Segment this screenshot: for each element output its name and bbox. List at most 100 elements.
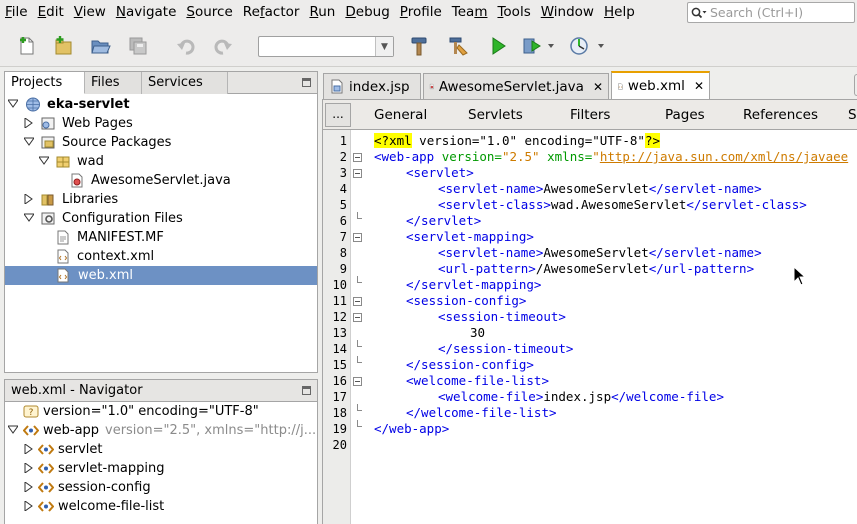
tree-row-web-pages[interactable]: Web Pages bbox=[5, 114, 317, 133]
menu-run[interactable]: Run bbox=[304, 0, 340, 25]
menu-help[interactable]: Help bbox=[599, 0, 640, 25]
expanded-arrow-icon[interactable] bbox=[8, 425, 18, 435]
view-pages[interactable]: Pages bbox=[665, 100, 705, 130]
menu-refactor[interactable]: Refactor bbox=[238, 0, 305, 25]
fold-end-marker bbox=[357, 404, 362, 411]
navigator-title: web.xml - Navigator bbox=[11, 383, 143, 398]
collapsed-arrow-icon[interactable] bbox=[24, 463, 34, 473]
tree-row-source-packages[interactable]: Source Packages bbox=[5, 133, 317, 152]
minimize-icon[interactable] bbox=[302, 386, 311, 395]
xml-element-icon bbox=[23, 425, 39, 436]
chevron-down-icon[interactable]: ▼ bbox=[375, 37, 393, 56]
profile-icon[interactable] bbox=[567, 33, 607, 59]
tab-files[interactable]: Files bbox=[85, 72, 142, 94]
tree-row-package-wad[interactable]: wad bbox=[5, 152, 317, 171]
toolbar: ▼ bbox=[0, 25, 857, 67]
xml-element-icon bbox=[38, 501, 54, 512]
clean-build-icon[interactable] bbox=[445, 33, 471, 59]
tree-row-manifest[interactable]: MANIFEST.MF bbox=[5, 228, 317, 247]
code-line-2: <web-app version="2.5" xmlns="http://jav… bbox=[374, 149, 849, 164]
view-servlets[interactable]: Servlets bbox=[468, 100, 523, 130]
open-project-icon[interactable] bbox=[87, 33, 113, 59]
menu-view[interactable]: View bbox=[69, 0, 111, 25]
editor-tab-web-xml[interactable]: web.xml ✕ bbox=[611, 71, 710, 99]
view-references[interactable]: References bbox=[743, 100, 818, 130]
tree-row-web-xml[interactable]: web.xml bbox=[5, 266, 317, 285]
collapsed-arrow-icon[interactable] bbox=[24, 118, 34, 128]
collapsed-arrow-icon[interactable] bbox=[24, 482, 34, 492]
menu-file[interactable]: File bbox=[0, 0, 33, 25]
menu-tools[interactable]: Tools bbox=[492, 0, 535, 25]
tab-projects[interactable]: Projects bbox=[5, 72, 85, 94]
tree-row-configuration-files[interactable]: Configuration Files bbox=[5, 209, 317, 228]
tree-row-servlet-file[interactable]: AwesomeServlet.java bbox=[5, 171, 317, 190]
undo-icon[interactable] bbox=[173, 33, 199, 59]
fold-toggle-icon[interactable] bbox=[353, 169, 362, 178]
web-pages-icon bbox=[41, 117, 55, 130]
search-box[interactable] bbox=[687, 2, 855, 23]
multiview-source-button[interactable]: ... bbox=[325, 103, 351, 127]
editor-tab-index-jsp[interactable]: index.jsp bbox=[323, 73, 421, 99]
collapsed-arrow-icon[interactable] bbox=[24, 194, 34, 204]
view-general[interactable]: General bbox=[374, 100, 427, 130]
build-hammer-icon[interactable] bbox=[406, 33, 432, 59]
menu-source[interactable]: Source bbox=[181, 0, 237, 25]
run-icon[interactable] bbox=[485, 33, 511, 59]
expanded-arrow-icon[interactable] bbox=[8, 99, 18, 109]
nav-row-web-app[interactable]: web-app version="2.5", xmlns="http://j..… bbox=[5, 421, 317, 440]
view-filters[interactable]: Filters bbox=[570, 100, 610, 130]
tree-row-context-xml[interactable]: context.xml bbox=[5, 247, 317, 266]
collapsed-arrow-icon[interactable] bbox=[24, 501, 34, 511]
new-file-icon[interactable] bbox=[14, 33, 40, 59]
menu-debug[interactable]: Debug bbox=[340, 0, 394, 25]
fold-end-marker bbox=[357, 420, 362, 427]
search-input[interactable] bbox=[710, 5, 850, 20]
menu-window[interactable]: Window bbox=[536, 0, 599, 25]
tree-row-project[interactable]: eka-servlet bbox=[5, 95, 317, 114]
fold-toggle-icon[interactable] bbox=[353, 377, 362, 386]
fold-toggle-icon[interactable] bbox=[353, 313, 362, 322]
expanded-arrow-icon[interactable] bbox=[24, 137, 34, 147]
configuration-files-icon bbox=[41, 212, 55, 225]
fold-end-marker bbox=[357, 340, 362, 347]
nav-row-welcome-file-list[interactable]: welcome-file-list bbox=[5, 497, 317, 516]
fold-toggle-icon[interactable] bbox=[353, 233, 362, 242]
tab-services[interactable]: Services bbox=[142, 72, 228, 94]
web-project-globe-icon bbox=[26, 97, 40, 112]
close-icon[interactable]: ✕ bbox=[694, 79, 704, 93]
menu-edit[interactable]: Edit bbox=[33, 0, 69, 25]
tree-row-libraries[interactable]: Libraries bbox=[5, 190, 317, 209]
nav-row-session-config[interactable]: session-config bbox=[5, 478, 317, 497]
expanded-arrow-icon[interactable] bbox=[24, 213, 34, 223]
debug-icon[interactable] bbox=[519, 33, 559, 59]
java-servlet-file-icon bbox=[429, 83, 434, 90]
java-servlet-file-icon bbox=[71, 173, 83, 188]
view-security[interactable]: S bbox=[848, 100, 857, 130]
menu-profile[interactable]: Profile bbox=[395, 0, 447, 25]
fold-toggle-icon[interactable] bbox=[353, 297, 362, 306]
source-packages-icon bbox=[41, 136, 55, 149]
manifest-file-icon bbox=[57, 230, 69, 245]
redo-icon[interactable] bbox=[210, 33, 236, 59]
nav-row-servlet-mapping[interactable]: servlet-mapping bbox=[5, 459, 317, 478]
code-line-9: <url-pattern>/AwesomeServlet</url-patter… bbox=[438, 261, 755, 276]
save-all-icon[interactable] bbox=[125, 33, 151, 59]
code-editor[interactable]: 1 2 3 4 5 6 7 8 9 10 11 12 13 14 15 16 1… bbox=[322, 130, 857, 524]
menu-navigate[interactable]: Navigate bbox=[111, 0, 182, 25]
collapsed-arrow-icon[interactable] bbox=[24, 444, 34, 454]
nav-row-servlet[interactable]: servlet bbox=[5, 440, 317, 459]
code-line-19: </web-app> bbox=[374, 421, 450, 436]
fold-toggle-icon[interactable] bbox=[353, 153, 362, 162]
configuration-combo[interactable]: ▼ bbox=[258, 36, 394, 57]
editor-tab-awesome-servlet[interactable]: AwesomeServlet.java ✕ bbox=[423, 73, 609, 99]
search-icon[interactable] bbox=[688, 3, 710, 22]
code-line-11: <session-config> bbox=[406, 293, 527, 308]
nav-row-declaration[interactable]: ? version="1.0" encoding="UTF-8" bbox=[5, 402, 317, 421]
new-project-icon[interactable] bbox=[50, 33, 76, 59]
close-icon[interactable]: ✕ bbox=[593, 80, 603, 94]
minimize-icon[interactable] bbox=[302, 78, 311, 87]
editor-tabs: index.jsp AwesomeServlet.java ✕ web.xml … bbox=[322, 71, 857, 99]
menu-team[interactable]: Team bbox=[447, 0, 493, 25]
expanded-arrow-icon[interactable] bbox=[39, 156, 49, 166]
fold-end-marker bbox=[357, 356, 362, 363]
